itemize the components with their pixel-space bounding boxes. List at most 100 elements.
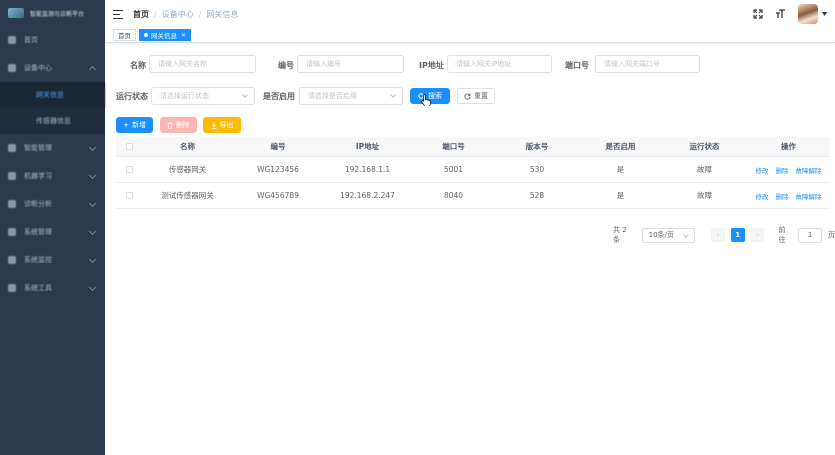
mouse-pointer-icon <box>421 94 431 106</box>
logo-text: 智能监测与诊断平台 <box>30 10 85 18</box>
breadcrumb-home[interactable]: 首页 <box>133 9 149 20</box>
next-page-button[interactable]: › <box>750 228 765 242</box>
chevron-down-icon <box>88 227 97 236</box>
reset-button[interactable]: 重置 <box>457 88 495 104</box>
cell-name: 测试传感器网关 <box>161 191 214 200</box>
edit-link[interactable]: 修改 <box>756 165 769 175</box>
sidebar-item-label: 诊断分析 <box>24 200 52 208</box>
gateway-table: 名称 编号 IP地址 端口号 版本号 是否启用 运行状态 操作 传感器网关 WG… <box>116 137 830 209</box>
page-number-button[interactable]: 1 <box>730 228 745 242</box>
cell-port: 5001 <box>443 165 464 174</box>
table-header: 名称 编号 IP地址 端口号 版本号 是否启用 运行状态 操作 <box>116 137 830 157</box>
ip-input[interactable]: 请输入网关IP地址 <box>447 55 552 73</box>
tag-home[interactable]: 首页 <box>113 29 136 41</box>
breadcrumb-device-center: 设备中心 <box>161 9 194 19</box>
diagnosis-icon <box>8 200 16 208</box>
font-size-icon[interactable] <box>775 9 786 19</box>
sidebar-item-label: 智能管理 <box>24 144 52 152</box>
goto-label: 前往 <box>778 226 786 244</box>
chevron-down-icon <box>683 231 689 238</box>
cell-enabled: 是 <box>616 165 625 174</box>
sidebar-item-label: 首页 <box>24 36 38 44</box>
tools-icon <box>8 284 16 292</box>
row-checkbox[interactable] <box>125 192 133 199</box>
delete-link[interactable]: 删除 <box>776 191 789 201</box>
edit-link[interactable]: 修改 <box>756 191 769 201</box>
sidebar-item-device-center[interactable]: 设备中心 <box>0 54 105 82</box>
sidebar-item-label: 设备中心 <box>24 64 52 72</box>
pagination: 共 2 条 10条/页 ‹ 1 › 前往 1 页 <box>613 225 835 245</box>
close-icon[interactable]: × <box>181 32 186 39</box>
breadcrumb-separator: / <box>198 9 202 19</box>
ip-label: IP地址 <box>419 61 444 70</box>
clear-fault-link[interactable]: 故障解除 <box>796 165 822 175</box>
name-input[interactable]: 请输入网关名称 <box>149 55 256 73</box>
enabled-label: 是否启用 <box>263 92 295 101</box>
header-ip: IP地址 <box>355 142 380 151</box>
cell-code: WG456789 <box>257 191 299 200</box>
select-all-checkbox[interactable] <box>125 143 133 150</box>
sidebar-item-system-tools[interactable]: 系统工具 <box>0 274 105 302</box>
logo-icon <box>8 8 24 18</box>
sidebar-item-system-monitor[interactable]: 系统监控 <box>0 246 105 274</box>
enabled-select[interactable]: 请选择是否启用 <box>299 87 403 105</box>
sidebar-item-system-management[interactable]: 系统管理 <box>0 218 105 246</box>
prev-page-button[interactable]: ‹ <box>711 228 725 242</box>
header-status: 运行状态 <box>689 142 720 151</box>
chevron-up-icon <box>88 65 97 74</box>
tag-gateway-info[interactable]: 网关信息 × <box>139 29 192 41</box>
goto-page-input[interactable]: 1 <box>798 227 822 243</box>
cell-status: 故障 <box>697 191 712 200</box>
sidebar-item-label: 系统监控 <box>24 256 52 264</box>
tag-label: 网关信息 <box>151 32 177 40</box>
delete-link[interactable]: 删除 <box>776 165 789 175</box>
cell-ip: 192.168.1.1 <box>344 165 391 174</box>
settings-icon <box>8 228 16 236</box>
page-size-select[interactable]: 10条/页 <box>641 227 696 243</box>
delete-button[interactable]: 删除 <box>160 117 197 133</box>
sidebar-item-sensor-info[interactable]: 传感器信息 <box>0 108 105 134</box>
header-code: 编号 <box>270 142 286 151</box>
sidebar-item-label: 系统工具 <box>24 284 52 292</box>
hamburger-icon[interactable] <box>113 9 123 19</box>
chevron-down-icon <box>88 143 97 152</box>
fullscreen-icon[interactable] <box>753 9 763 19</box>
status-label: 运行状态 <box>116 92 148 101</box>
code-input[interactable]: 请输入编号 <box>297 55 404 73</box>
header-name: 名称 <box>180 142 195 151</box>
monitor-icon <box>8 256 16 264</box>
plus-icon: + <box>123 121 129 129</box>
cell-code: WG123456 <box>257 165 299 174</box>
sidebar-item-home[interactable]: 首页 <box>0 26 105 54</box>
export-button[interactable]: 导出 <box>203 117 241 133</box>
download-icon <box>211 122 216 129</box>
logo: 智能监测与诊断平台 <box>0 0 105 26</box>
port-input[interactable]: 请输入网关端口号 <box>595 55 700 73</box>
breadcrumb-gateway-info: 网关信息 <box>206 9 239 19</box>
sidebar-item-machine-learning[interactable]: 机器学习 <box>0 162 105 190</box>
home-icon <box>8 36 16 44</box>
caret-down-icon[interactable] <box>822 12 827 16</box>
sidebar-item-label: 机器学习 <box>24 172 52 180</box>
row-checkbox[interactable] <box>125 166 133 173</box>
sidebar-item-gateway-info[interactable]: 网关信息 <box>0 82 105 108</box>
breadcrumb-separator: / <box>154 9 157 19</box>
chevron-down-icon <box>88 171 97 180</box>
sidebar-item-diagnosis[interactable]: 诊断分析 <box>0 190 105 218</box>
name-label: 名称 <box>130 61 146 70</box>
navbar: 首页 / 设备中心 / 网关信息 <box>105 0 835 28</box>
status-select[interactable]: 请选择运行状态 <box>151 87 255 105</box>
clear-fault-link[interactable]: 故障解除 <box>796 191 822 201</box>
table-row: 测试传感器网关 WG456789 192.168.2.247 8040 528 … <box>116 183 830 209</box>
sidebar-item-smart-management[interactable]: 智能管理 <box>0 134 105 162</box>
tag-label: 首页 <box>118 32 131 40</box>
total-count: 共 2 条 <box>613 226 627 244</box>
device-icon <box>8 64 16 72</box>
add-button[interactable]: + 新增 <box>116 117 153 133</box>
cell-actions: 修改 删除 故障解除 <box>747 191 830 201</box>
sidebar: 智能监测与诊断平台 首页 设备中心 网关信息 传感器信息 智能管理 机器学习 诊… <box>0 0 105 455</box>
table-row: 传感器网关 WG123456 192.168.1.1 5001 530 是 故障… <box>116 157 830 183</box>
chevron-down-icon <box>88 283 97 292</box>
avatar[interactable] <box>798 4 818 24</box>
cell-actions: 修改 删除 故障解除 <box>747 165 830 175</box>
